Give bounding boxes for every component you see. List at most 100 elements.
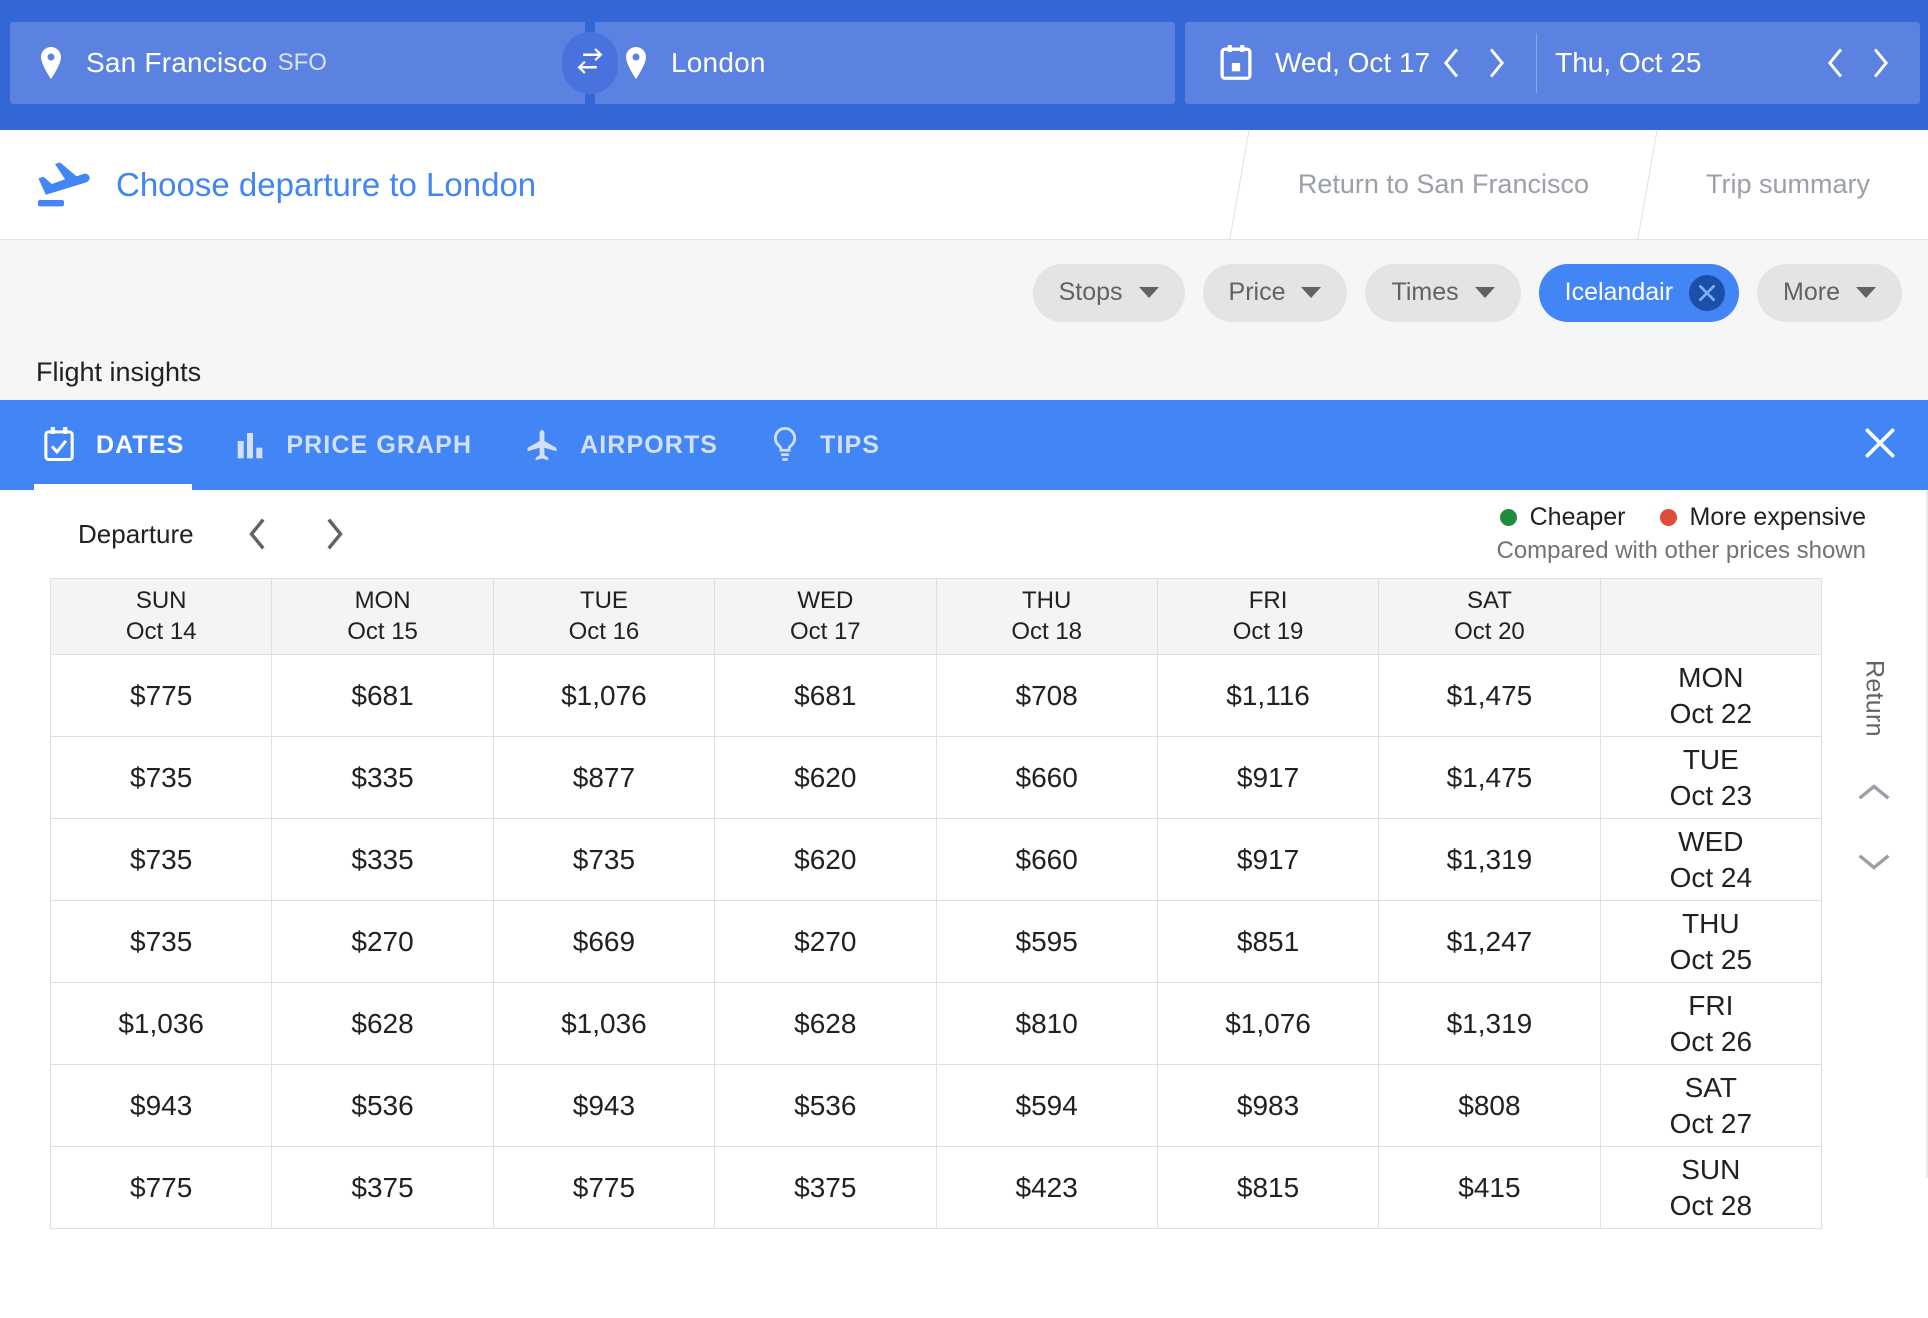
price-cell[interactable]: $851 [1156, 900, 1380, 983]
times-filter-chip[interactable]: Times [1365, 263, 1521, 322]
price-cell[interactable]: $270 [714, 900, 937, 983]
price-cell[interactable]: $1,116 [1156, 654, 1380, 737]
price-cell[interactable]: $775 [492, 1146, 716, 1229]
price-cell[interactable]: $628 [714, 982, 937, 1065]
close-insights-button[interactable] [1832, 400, 1928, 490]
price-cell[interactable]: $1,319 [1378, 982, 1601, 1065]
price-cell[interactable]: $808 [1378, 1064, 1601, 1147]
return-date-cell[interactable]: FRI Oct 26 [1599, 982, 1823, 1065]
return-date-cell[interactable]: THU Oct 25 [1599, 900, 1823, 983]
departure-prev-week-button[interactable] [230, 506, 286, 562]
price-cell[interactable]: $708 [935, 654, 1158, 737]
tab-airports[interactable]: AIRPORTS [498, 400, 744, 490]
price-cell[interactable]: $775 [49, 1146, 273, 1229]
price-cell[interactable]: $1,319 [1378, 818, 1601, 901]
price-cell[interactable]: $735 [492, 818, 716, 901]
departure-next-day-button[interactable] [1474, 35, 1518, 91]
breadcrumb-step-departure[interactable]: Choose departure to London [0, 130, 1239, 239]
price-cell[interactable]: $917 [1156, 818, 1380, 901]
price-cell[interactable]: $681 [714, 654, 937, 737]
tab-price-graph[interactable]: PRICE GRAPH [210, 400, 498, 490]
tab-dates[interactable]: DATES [16, 400, 210, 490]
price-cell[interactable]: $335 [271, 818, 494, 901]
column-header-thu[interactable]: THU Oct 18 [935, 578, 1158, 655]
column-header-fri[interactable]: FRI Oct 19 [1156, 578, 1380, 655]
price-cell[interactable]: $536 [271, 1064, 494, 1147]
column-header-tue[interactable]: TUE Oct 16 [492, 578, 716, 655]
origin-field[interactable]: San Francisco SFO [10, 22, 585, 104]
chevron-down-icon [1138, 287, 1159, 298]
price-cell[interactable]: $660 [935, 736, 1158, 819]
price-cell[interactable]: $1,475 [1378, 654, 1601, 737]
price-cell[interactable]: $810 [935, 982, 1158, 1065]
price-cell[interactable]: $1,076 [492, 654, 716, 737]
column-header-mon[interactable]: MON Oct 15 [271, 578, 494, 655]
price-cell[interactable]: $1,475 [1378, 736, 1601, 819]
return-date-dow: MON [1678, 661, 1744, 693]
return-date-cell[interactable]: SAT Oct 27 [1599, 1064, 1823, 1147]
price-cell[interactable]: $1,036 [492, 982, 716, 1065]
column-header-dow: FRI [1248, 586, 1288, 614]
column-header-date: Oct 20 [1454, 617, 1525, 645]
price-cell[interactable]: $877 [492, 736, 716, 819]
price-filter-chip[interactable]: Price [1202, 263, 1348, 322]
grid-wrapper: SUN Oct 14 MON Oct 15 TUE Oct 16 WED Oct 17 THU O… [0, 578, 1928, 1229]
price-cell[interactable]: $335 [271, 736, 494, 819]
return-date-cell[interactable]: WED Oct 24 [1599, 818, 1823, 901]
price-cell[interactable]: $620 [714, 736, 937, 819]
price-cell[interactable]: $1,247 [1378, 900, 1601, 983]
price-cell[interactable]: $594 [935, 1064, 1158, 1147]
price-cell[interactable]: $595 [935, 900, 1158, 983]
date-range-field[interactable]: Wed, Oct 17 Thu, Oct 25 [1185, 22, 1920, 104]
more-filters-chip[interactable]: More [1757, 263, 1902, 322]
return-date-cell[interactable]: TUE Oct 23 [1599, 736, 1823, 819]
price-cell[interactable]: $270 [271, 900, 494, 983]
price-cell[interactable]: $917 [1156, 736, 1380, 819]
return-scroll-down-button[interactable] [1844, 831, 1904, 891]
price-cell[interactable]: $1,076 [1156, 982, 1380, 1065]
column-header-sun[interactable]: SUN Oct 14 [49, 578, 273, 655]
return-next-day-button[interactable] [1858, 35, 1902, 91]
price-cell[interactable]: $1,036 [49, 982, 273, 1065]
price-cell[interactable]: $735 [49, 900, 273, 983]
price-cell[interactable]: $423 [935, 1146, 1158, 1229]
table-header-row: SUN Oct 14 MON Oct 15 TUE Oct 16 WED Oct 17 THU O… [49, 578, 1823, 655]
departure-next-week-button[interactable] [306, 506, 362, 562]
swap-origin-destination-button[interactable] [562, 32, 618, 94]
return-date-cell[interactable]: SUN Oct 28 [1599, 1146, 1823, 1229]
price-cell[interactable]: $375 [271, 1146, 494, 1229]
price-cell[interactable]: $536 [714, 1064, 937, 1147]
remove-airline-filter-icon[interactable] [1689, 274, 1726, 311]
stops-filter-chip[interactable]: Stops [1032, 263, 1185, 322]
destination-field[interactable]: London [595, 22, 1175, 104]
price-matrix-table: SUN Oct 14 MON Oct 15 TUE Oct 16 WED Oct 17 THU O… [49, 578, 1823, 1229]
price-cell[interactable]: $735 [49, 818, 273, 901]
return-date-dow: WED [1678, 825, 1744, 857]
return-prev-day-button[interactable] [1814, 35, 1858, 91]
price-cell[interactable]: $681 [271, 654, 494, 737]
price-cell[interactable]: $669 [492, 900, 716, 983]
price-cell[interactable]: $943 [492, 1064, 716, 1147]
tab-tips[interactable]: TIPS [744, 400, 906, 490]
airline-filter-chip[interactable]: Icelandair [1538, 263, 1740, 322]
breadcrumb-step-summary[interactable]: Trip summary [1648, 130, 1928, 239]
price-cell[interactable]: $775 [49, 654, 273, 737]
column-header-sat[interactable]: SAT Oct 20 [1378, 578, 1601, 655]
price-cell[interactable]: $815 [1156, 1146, 1380, 1229]
location-pin-icon [38, 47, 64, 79]
price-cell[interactable]: $943 [49, 1064, 273, 1147]
column-header-wed[interactable]: WED Oct 17 [714, 578, 937, 655]
price-cell[interactable]: $415 [1378, 1146, 1601, 1229]
price-filter-label: Price [1228, 278, 1286, 306]
price-cell[interactable]: $620 [714, 818, 937, 901]
price-cell[interactable]: $735 [49, 736, 273, 819]
departure-prev-day-button[interactable] [1430, 35, 1474, 91]
more-filters-label: More [1783, 278, 1840, 306]
price-cell[interactable]: $660 [935, 818, 1158, 901]
return-scroll-up-button[interactable] [1844, 763, 1904, 823]
return-date-cell[interactable]: MON Oct 22 [1599, 654, 1823, 737]
price-cell[interactable]: $375 [714, 1146, 937, 1229]
price-cell[interactable]: $983 [1156, 1064, 1380, 1147]
breadcrumb-step-return[interactable]: Return to San Francisco [1240, 130, 1647, 239]
price-cell[interactable]: $628 [271, 982, 494, 1065]
